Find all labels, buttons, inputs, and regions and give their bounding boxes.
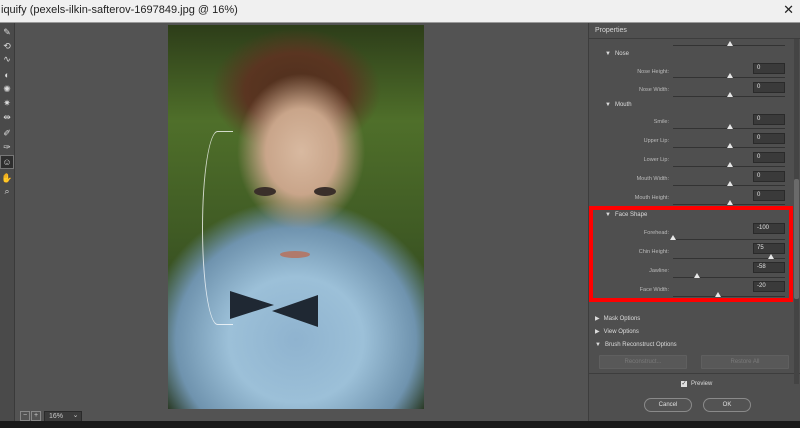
- upper-lip-label: Upper Lip:: [643, 138, 669, 144]
- bloat-tool-icon[interactable]: ✷: [1, 97, 13, 109]
- section-brush-reconstruct-options[interactable]: ▼ Brush Reconstruct Options: [595, 342, 677, 348]
- zoom-dropdown-icon[interactable]: ⌄: [71, 411, 80, 420]
- pucker-tool-icon[interactable]: ✺: [1, 83, 13, 95]
- bowtie-left: [230, 291, 274, 319]
- restore-all-button[interactable]: Restore All: [701, 355, 789, 369]
- mouth: [280, 251, 310, 258]
- taskbar: [0, 421, 800, 428]
- section-view-options[interactable]: ▶ View Options: [595, 328, 639, 335]
- mouth-width-label: Mouth Width:: [636, 176, 669, 182]
- mouth-height-field[interactable]: 0: [753, 190, 785, 201]
- section-nose-label: Nose: [614, 51, 629, 57]
- panel-divider: [589, 38, 800, 39]
- slider-thumb-cutoff[interactable]: [727, 41, 733, 46]
- mouth-width-field[interactable]: 0: [753, 171, 785, 182]
- smile-field[interactable]: 0: [753, 114, 785, 125]
- tool-strip: ✎ ⟲ ∿ ◐ ✺ ✷ ⇹ ✐ ✑ ☺ ✋ ⌕: [0, 23, 15, 421]
- panel-footer-divider: [589, 373, 800, 374]
- section-mouth-label: Mouth: [614, 102, 632, 108]
- hand-tool-icon[interactable]: ✋: [1, 172, 13, 184]
- nose-width-thumb[interactable]: [727, 92, 733, 97]
- zoom-out-button[interactable]: −: [20, 411, 30, 421]
- nose-height-field[interactable]: 0: [753, 63, 785, 74]
- nose-width-field[interactable]: 0: [753, 82, 785, 93]
- right-eye: [314, 187, 336, 196]
- forward-warp-tool-icon[interactable]: ✎: [1, 26, 13, 38]
- preview-label: Preview: [691, 381, 713, 387]
- section-mask-options[interactable]: ▶ Mask Options: [595, 315, 640, 322]
- lower-lip-thumb[interactable]: [727, 162, 733, 167]
- nose-width-label: Nose Width:: [639, 87, 669, 93]
- panel-scrollbar-thumb[interactable]: [794, 179, 799, 299]
- push-left-tool-icon[interactable]: ⇹: [1, 111, 13, 123]
- zoom-tool-icon[interactable]: ⌕: [1, 185, 13, 197]
- thaw-mask-tool-icon[interactable]: ✑: [1, 141, 13, 153]
- smile-label: Smile:: [653, 119, 669, 125]
- window-title: iquify (pexels-ilkin-safterov-1697849.jp…: [1, 4, 238, 16]
- expand-triangle-icon: ▼: [595, 342, 601, 348]
- collapse-triangle-icon: ▶: [595, 316, 600, 322]
- smile-thumb[interactable]: [727, 124, 733, 129]
- panel-scrollbar[interactable]: [794, 39, 799, 384]
- upper-lip-field[interactable]: 0: [753, 133, 785, 144]
- panel-title: Properties: [595, 27, 627, 34]
- nose-height-label: Nose Height:: [637, 69, 669, 75]
- nose-height-thumb[interactable]: [727, 73, 733, 78]
- mouth-height-thumb[interactable]: [727, 200, 733, 205]
- left-eye: [254, 187, 276, 196]
- section-mouth[interactable]: ▼ Mouth: [605, 102, 632, 108]
- zoom-in-button[interactable]: +: [31, 411, 41, 421]
- mouth-height-label: Mouth Height:: [634, 195, 669, 201]
- face-guide-outline[interactable]: [202, 131, 233, 325]
- section-mask-options-label: Mask Options: [603, 316, 641, 322]
- close-icon[interactable]: ✕: [783, 2, 794, 18]
- bowtie-right: [272, 295, 318, 327]
- upper-lip-thumb[interactable]: [727, 143, 733, 148]
- preview-checkbox[interactable]: ✓: [681, 381, 687, 387]
- section-view-options-label: View Options: [603, 329, 639, 335]
- reconstruct-tool-icon[interactable]: ⟲: [1, 40, 13, 52]
- expand-triangle-icon: ▼: [605, 51, 611, 57]
- smooth-tool-icon[interactable]: ∿: [1, 53, 13, 65]
- section-brush-reconstruct-label: Brush Reconstruct Options: [604, 342, 677, 348]
- title-bar: iquify (pexels-ilkin-safterov-1697849.jp…: [0, 0, 800, 23]
- expand-triangle-icon: ▼: [605, 102, 611, 108]
- twirl-tool-icon[interactable]: ◐: [1, 69, 13, 81]
- face-tool-icon[interactable]: ☺: [0, 155, 14, 169]
- collapse-triangle-icon: ▶: [595, 329, 600, 335]
- lower-lip-field[interactable]: 0: [753, 152, 785, 163]
- lower-lip-label: Lower Lip:: [643, 157, 669, 163]
- preview-canvas[interactable]: − + 16% ⌄: [15, 23, 588, 422]
- reconstruct-button[interactable]: Reconstruct...: [599, 355, 687, 369]
- cancel-button[interactable]: Cancel: [644, 398, 692, 412]
- face-shape-highlight-box: [589, 206, 793, 302]
- ok-button[interactable]: OK: [703, 398, 751, 412]
- section-nose[interactable]: ▼ Nose: [605, 51, 629, 57]
- mouth-width-thumb[interactable]: [727, 181, 733, 186]
- freeze-mask-tool-icon[interactable]: ✐: [1, 127, 13, 139]
